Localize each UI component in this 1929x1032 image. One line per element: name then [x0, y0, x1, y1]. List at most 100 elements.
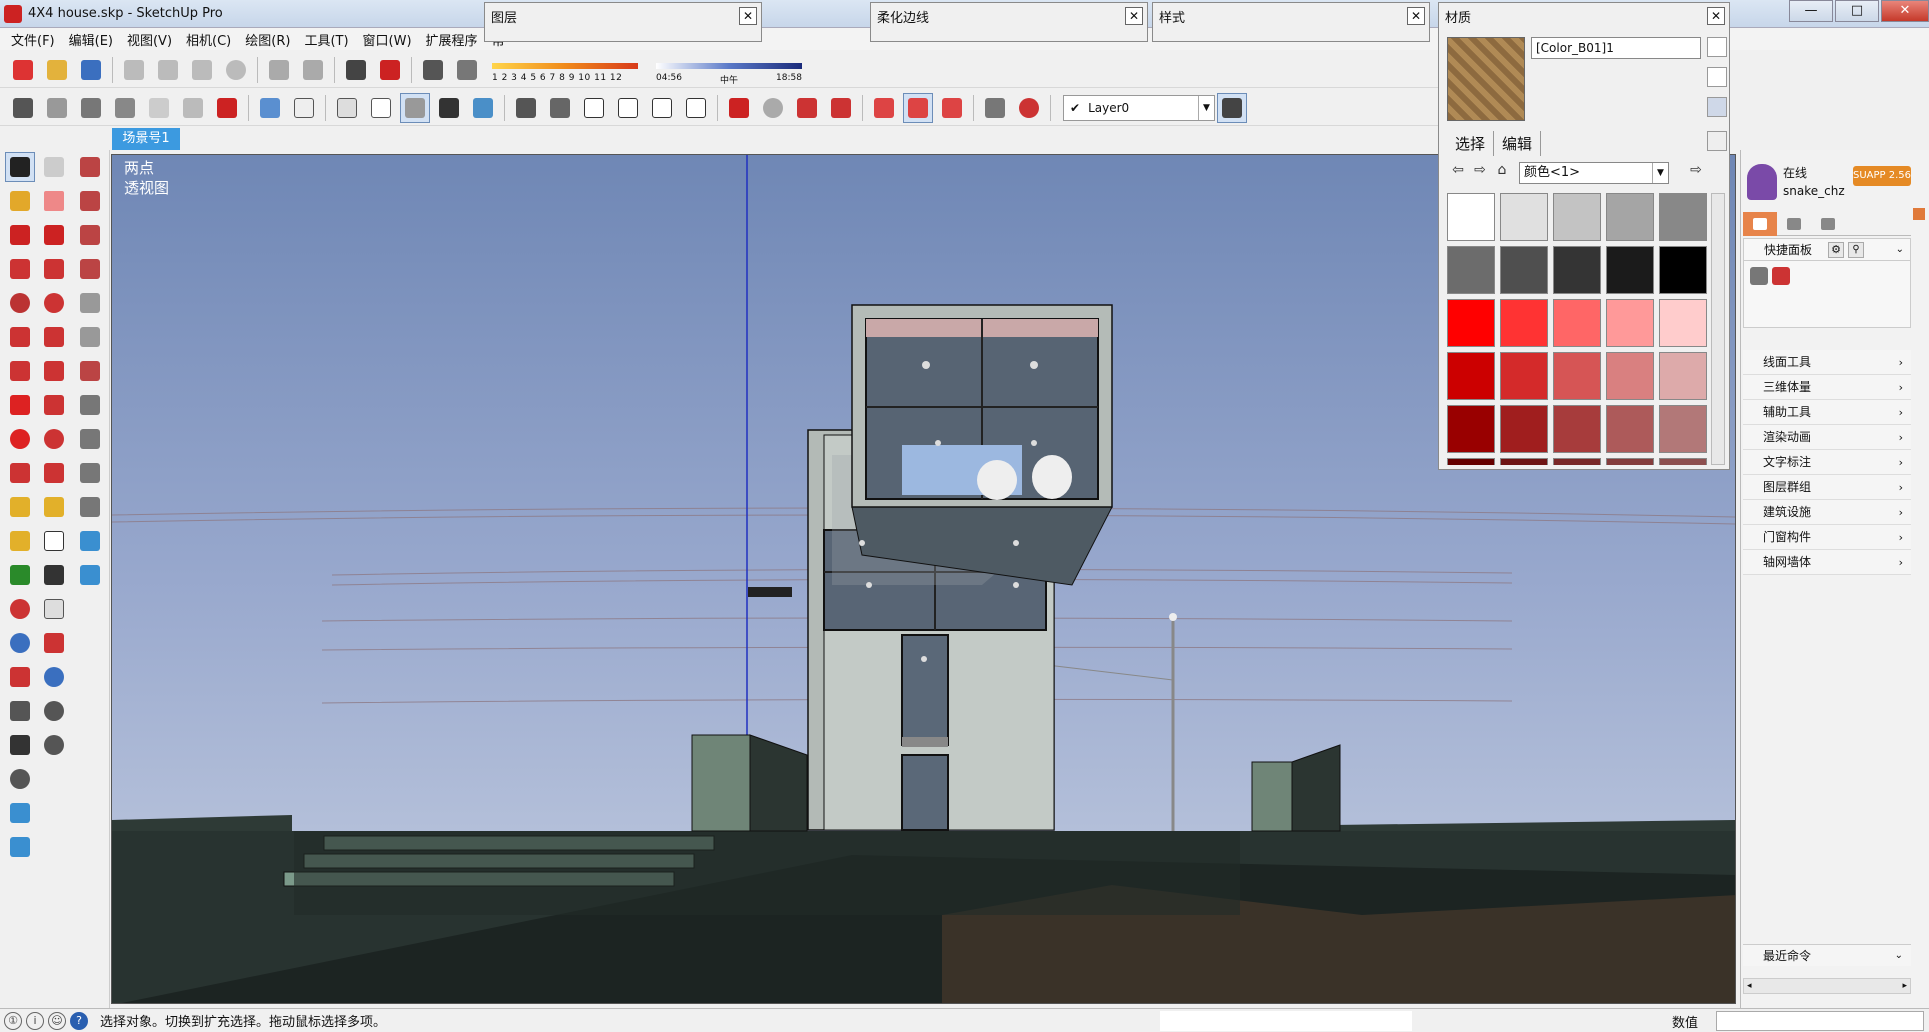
protractor-icon[interactable] [5, 526, 35, 556]
3d-text-icon[interactable] [39, 560, 69, 590]
component-options-icon[interactable] [1014, 93, 1044, 123]
user-icon[interactable]: ☺ [48, 1011, 66, 1030]
color-swatch[interactable] [1553, 405, 1601, 453]
minimize-button[interactable]: — [1789, 0, 1833, 22]
solid-tool-icon[interactable] [5, 832, 35, 862]
category-item[interactable]: 渲染动画 › [1743, 425, 1911, 450]
add-detail-icon[interactable] [75, 322, 105, 352]
components-icon[interactable] [8, 93, 38, 123]
tab-edit[interactable]: 编辑 [1494, 131, 1542, 156]
category-item[interactable]: 图层群组 › [1743, 475, 1911, 500]
line-tool-icon[interactable] [5, 220, 35, 250]
soften-edges-panel[interactable]: 柔化边线 ✕ [870, 2, 1148, 42]
chevron-down-icon[interactable]: ⌄ [1896, 239, 1904, 261]
color-swatch[interactable] [1659, 246, 1707, 294]
color-swatch[interactable] [1447, 299, 1495, 347]
menu-draw[interactable]: 绘图(R) [238, 30, 297, 49]
center-icon[interactable] [39, 730, 69, 760]
shadow-time-slider[interactable]: 04:56 中午 18:58 [656, 55, 806, 86]
category-item[interactable]: 文字标注 › [1743, 450, 1911, 475]
details-icon[interactable]: ⇨ [1685, 162, 1707, 184]
component-tool-icon[interactable] [39, 152, 69, 182]
position-camera-icon[interactable] [5, 696, 35, 726]
section-cut-icon[interactable] [937, 93, 967, 123]
layers-panel[interactable]: 图层 ✕ [484, 2, 762, 42]
dimension-tool-icon[interactable] [39, 492, 69, 522]
shadow-date-slider[interactable]: 1 2 3 4 5 6 7 8 9 10 11 12 [492, 55, 642, 85]
color-swatch[interactable] [1553, 246, 1601, 294]
materials-icon[interactable] [42, 93, 72, 123]
model-info-icon[interactable] [375, 55, 405, 85]
menu-window[interactable]: 窗口(W) [356, 30, 419, 49]
previous-view-icon[interactable] [792, 93, 822, 123]
cut-icon[interactable] [119, 55, 149, 85]
redo-icon[interactable] [298, 55, 328, 85]
text-tool-icon[interactable] [39, 526, 69, 556]
union-icon[interactable] [75, 458, 105, 488]
delete-icon[interactable] [212, 93, 242, 123]
category-item[interactable]: 三维体量 › [1743, 375, 1911, 400]
top-view-icon[interactable] [289, 93, 319, 123]
freehand-tool-icon[interactable] [39, 220, 69, 250]
offset-tool-icon[interactable] [39, 458, 69, 488]
zoom-icon[interactable] [758, 93, 788, 123]
scroll-right-icon[interactable]: ▸ [1902, 979, 1907, 993]
measurements-input[interactable] [1716, 1011, 1924, 1031]
color-swatch[interactable] [1447, 458, 1495, 465]
orbit-tool-icon[interactable] [5, 594, 35, 624]
erase-icon[interactable] [221, 55, 251, 85]
color-swatch[interactable] [1447, 352, 1495, 400]
color-swatch[interactable] [1447, 193, 1495, 241]
sample-paint-icon[interactable] [1707, 67, 1727, 87]
open-file-icon[interactable] [42, 55, 72, 85]
zoom-tool-icon[interactable] [5, 628, 35, 658]
color-swatch[interactable] [1500, 405, 1548, 453]
arc2-tool-icon[interactable] [39, 356, 69, 386]
section-plane-icon[interactable] [869, 93, 899, 123]
close-icon[interactable]: ✕ [1125, 7, 1143, 25]
menu-camera[interactable]: 相机(C) [179, 30, 238, 49]
display-section-icon[interactable] [903, 92, 933, 123]
select-tool-icon[interactable] [5, 152, 35, 182]
front-house-icon[interactable] [579, 93, 609, 123]
styles-icon[interactable] [110, 93, 140, 123]
push-pull-icon[interactable] [39, 390, 69, 420]
color-swatch[interactable] [1659, 458, 1707, 465]
color-swatch[interactable] [1553, 299, 1601, 347]
collection-dropdown[interactable]: 颜色<1> ▼ [1519, 162, 1669, 184]
stamp-icon[interactable] [75, 254, 105, 284]
eraser-tool-icon[interactable] [39, 186, 69, 216]
menu-tools[interactable]: 工具(T) [297, 30, 355, 49]
default-material-icon[interactable] [1707, 97, 1727, 117]
layer-manager-icon[interactable] [1217, 92, 1247, 123]
restore-button[interactable]: □ [1835, 0, 1879, 22]
undo-icon[interactable] [264, 55, 294, 85]
section-fill-icon[interactable] [178, 93, 208, 123]
color-swatch[interactable] [1500, 458, 1548, 465]
color-swatch[interactable] [1500, 246, 1548, 294]
arc3-tool-icon[interactable] [39, 322, 69, 352]
print-icon[interactable] [341, 55, 371, 85]
pie-tool-icon[interactable] [5, 356, 35, 386]
color-swatch[interactable] [1606, 193, 1654, 241]
back-icon[interactable]: ⇦ [1447, 162, 1469, 184]
close-window-button[interactable]: ✕ [1881, 0, 1929, 22]
color-swatch[interactable] [1500, 193, 1548, 241]
dynamic-component-icon[interactable] [980, 93, 1010, 123]
section-icon[interactable] [144, 93, 174, 123]
quick-tool-icon[interactable] [1750, 267, 1768, 285]
zoom-extents-icon[interactable] [5, 662, 35, 692]
gear-icon[interactable]: ⚙ [1828, 242, 1844, 258]
info-icon[interactable]: i [26, 1011, 44, 1030]
top-house-icon[interactable] [545, 93, 575, 123]
fog-icon[interactable] [452, 55, 482, 85]
close-icon[interactable]: ✕ [739, 7, 757, 25]
category-item[interactable]: 轴网墙体 › [1743, 550, 1911, 575]
subtract-icon[interactable] [75, 492, 105, 522]
rectangle-tool-icon[interactable] [5, 254, 35, 284]
move-tool-icon[interactable] [5, 390, 35, 420]
walk-tool-icon[interactable] [5, 730, 35, 760]
swatch-scrollbar[interactable] [1711, 193, 1725, 465]
save-icon[interactable] [76, 55, 106, 85]
paste-icon[interactable] [187, 55, 217, 85]
